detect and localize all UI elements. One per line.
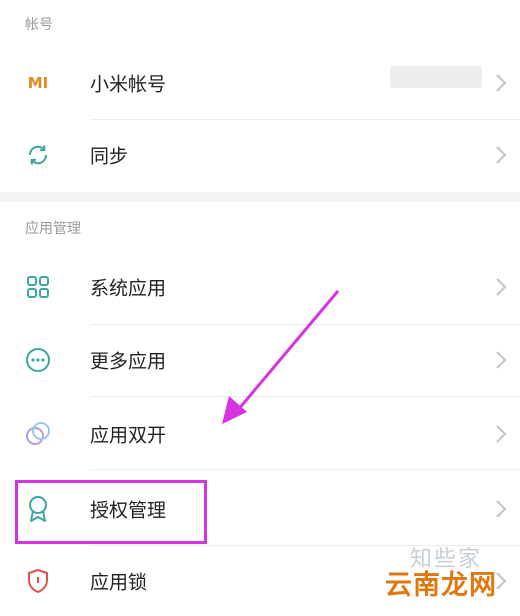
annotation-arrow (222, 290, 340, 424)
watermark-bottom: 云南龙网 (385, 570, 497, 601)
